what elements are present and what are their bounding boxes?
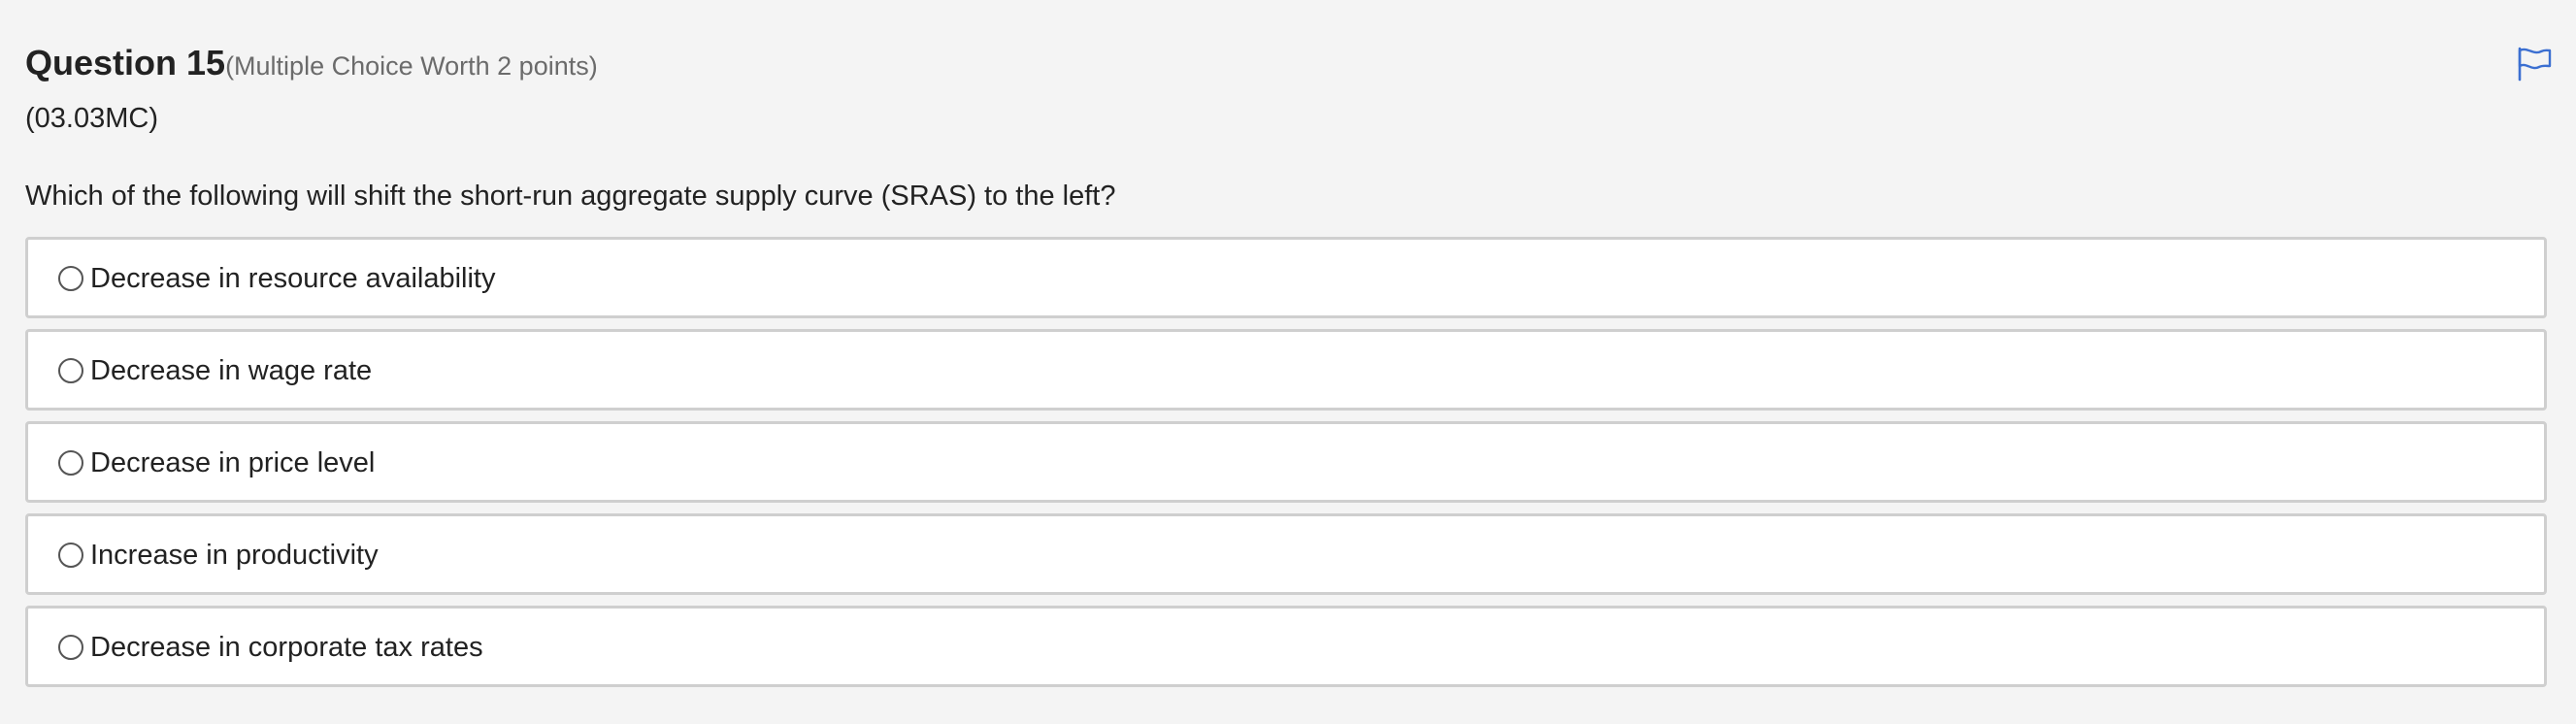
radio-button[interactable] xyxy=(58,450,83,476)
radio-button[interactable] xyxy=(58,266,83,291)
answer-option-label: Decrease in resource availability xyxy=(90,263,496,294)
answer-option-label: Decrease in corporate tax rates xyxy=(90,632,483,663)
question-title: Question 15 xyxy=(25,43,226,82)
answer-option[interactable]: Increase in productivity xyxy=(25,513,2547,595)
radio-button[interactable] xyxy=(58,358,83,383)
answer-option-label: Increase in productivity xyxy=(90,540,379,571)
flag-button[interactable] xyxy=(2516,47,2553,82)
question-header: Question 15(Multiple Choice Worth 2 poin… xyxy=(25,43,598,83)
radio-button[interactable] xyxy=(58,635,83,660)
radio-button[interactable] xyxy=(58,543,83,568)
flag-icon xyxy=(2518,47,2552,82)
question-meta: (Multiple Choice Worth 2 points) xyxy=(225,51,598,81)
answer-option[interactable]: Decrease in resource availability xyxy=(25,237,2547,318)
question-prompt: Which of the following will shift the sh… xyxy=(25,181,1116,212)
answer-option[interactable]: Decrease in price level xyxy=(25,421,2547,503)
answer-option[interactable]: Decrease in wage rate xyxy=(25,329,2547,411)
answer-option-label: Decrease in price level xyxy=(90,447,376,478)
question-code: (03.03MC) xyxy=(25,103,158,134)
answer-options: Decrease in resource availability Decrea… xyxy=(25,237,2547,698)
answer-option[interactable]: Decrease in corporate tax rates xyxy=(25,606,2547,687)
answer-option-label: Decrease in wage rate xyxy=(90,355,373,386)
